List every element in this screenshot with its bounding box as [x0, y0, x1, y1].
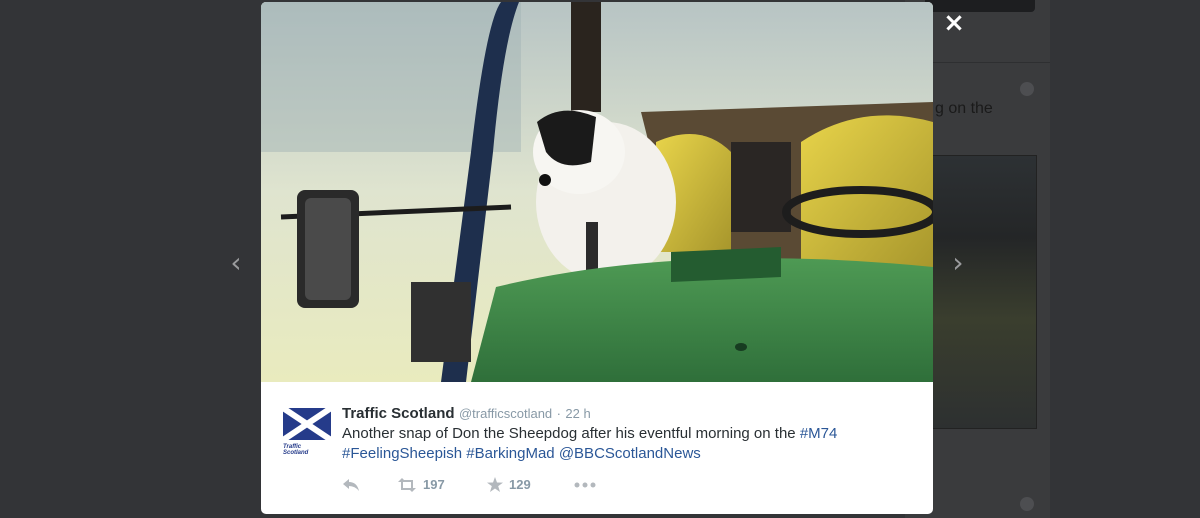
favorite-count: 129 [509, 477, 531, 493]
close-icon[interactable]: × [941, 9, 967, 37]
author-name[interactable]: Traffic Scotland [342, 405, 455, 422]
tweet-header: Traffic Scotland @trafficscotland · 22 h [342, 405, 591, 423]
retweet-count: 197 [423, 477, 445, 493]
background-divider [925, 62, 1050, 63]
author-handle[interactable]: @trafficscotland [459, 406, 552, 421]
retweet-button[interactable]: 197 [397, 476, 445, 496]
more-options-button[interactable] [574, 476, 596, 496]
previous-arrow-icon[interactable]: ‹ [224, 248, 248, 278]
tweet-details: Traffic Scotland Traffic Scotland @traff… [261, 382, 933, 514]
avatar-caption: Traffic Scotland [283, 444, 309, 456]
hashtag-link[interactable]: #M74 [800, 425, 838, 442]
reply-icon [343, 478, 359, 491]
tweet-photo[interactable] [261, 2, 933, 382]
globe-icon [1020, 497, 1034, 511]
hashtag-link[interactable]: #BarkingMad [466, 445, 554, 462]
meta-separator: · [556, 406, 561, 421]
hashtag-link[interactable]: #FeelingSheepish [342, 445, 462, 462]
more-dots-icon [574, 482, 596, 488]
star-icon [487, 477, 503, 493]
background-tweet-text: g on the [935, 100, 993, 117]
background-photo [925, 155, 1037, 429]
tweet-timestamp[interactable]: 22 h [565, 406, 590, 421]
mention-link[interactable]: @BBCScotlandNews [559, 445, 701, 462]
globe-icon [1020, 82, 1034, 96]
avatar[interactable]: Traffic Scotland [281, 405, 333, 458]
tweet-text-part: Another snap of Don the Sheepdog after h… [342, 425, 800, 442]
tweet-text: Another snap of Don the Sheepdog after h… [342, 424, 902, 464]
retweet-icon [398, 477, 416, 492]
favorite-button[interactable]: 129 [487, 476, 531, 496]
next-arrow-icon[interactable]: › [946, 248, 970, 278]
saltire-logo-icon [281, 405, 333, 443]
reply-button[interactable] [342, 476, 360, 496]
media-lightbox-card: Traffic Scotland Traffic Scotland @traff… [261, 2, 933, 514]
